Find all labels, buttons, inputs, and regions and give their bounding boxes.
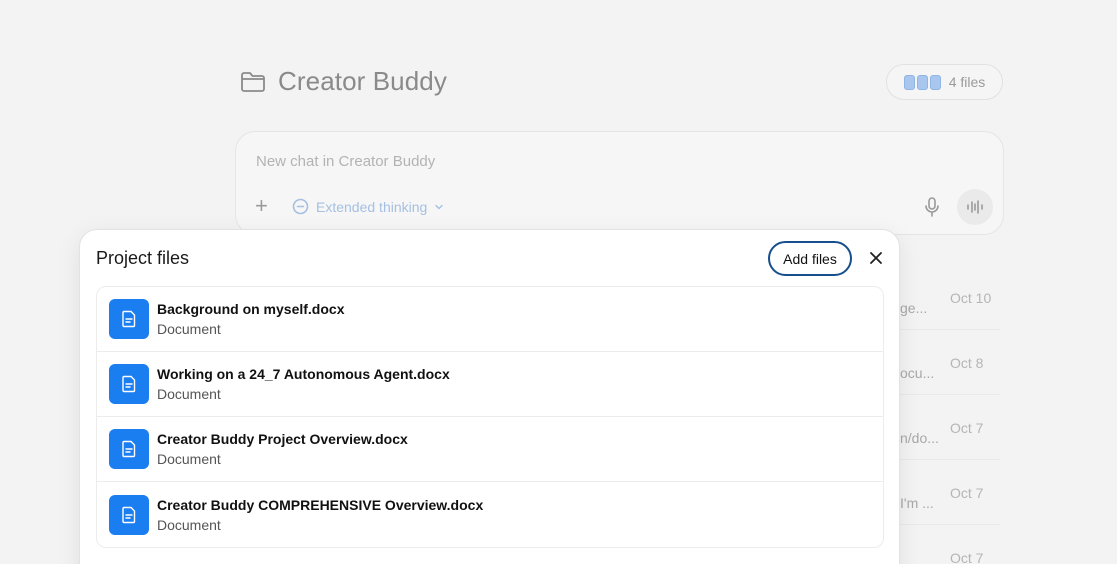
document-icon [109, 429, 149, 469]
file-name: Background on myself.docx [157, 301, 345, 317]
file-item[interactable]: Creator Buddy COMPREHENSIVE Overview.doc… [97, 482, 883, 547]
file-item[interactable]: Working on a 24_7 Autonomous Agent.docx … [97, 352, 883, 417]
file-list: Background on myself.docx Document Worki… [96, 286, 884, 548]
chat-date: Oct 8 [950, 355, 984, 371]
document-icon [109, 299, 149, 339]
file-name: Working on a 24_7 Autonomous Agent.docx [157, 366, 450, 382]
chat-snippet: n/do... [900, 430, 939, 446]
chevron-down-icon [435, 204, 444, 209]
chat-composer[interactable]: New chat in Creator Buddy + Extended thi… [235, 131, 1004, 235]
extended-thinking-toggle[interactable]: Extended thinking [292, 198, 444, 215]
file-name: Creator Buddy COMPREHENSIVE Overview.doc… [157, 496, 484, 513]
file-item[interactable]: Background on myself.docx Document [97, 287, 883, 352]
file-name: Creator Buddy Project Overview.docx [157, 431, 408, 447]
document-stack-icon [903, 74, 941, 90]
files-count: 4 files [948, 74, 986, 90]
chat-input-placeholder[interactable]: New chat in Creator Buddy [256, 153, 435, 170]
clock-icon [292, 198, 309, 215]
file-item[interactable]: Creator Buddy Project Overview.docx Docu… [97, 417, 883, 482]
chat-snippet: ge... [900, 300, 928, 316]
chat-date: Oct 10 [950, 290, 992, 306]
chat-snippet: I'm ... [900, 495, 934, 511]
project-files-modal: Project files Add files Background on my… [79, 229, 900, 564]
add-files-button[interactable]: Add files [768, 241, 852, 276]
document-icon [109, 364, 149, 404]
microphone-icon[interactable] [923, 196, 941, 223]
chat-date: Oct 7 [950, 485, 984, 501]
close-icon[interactable] [865, 247, 887, 269]
file-type: Document [157, 386, 221, 402]
modal-title: Project files [96, 248, 190, 268]
project-files-button[interactable]: 4 files [886, 64, 1003, 100]
add-attachment-icon[interactable]: + [255, 194, 268, 218]
chat-snippet: ocu... [900, 365, 935, 381]
chat-date: Oct 7 [950, 420, 984, 436]
project-header: Creator Buddy [240, 66, 447, 97]
voice-mode-button[interactable] [957, 189, 993, 225]
extended-thinking-label: Extended thinking [316, 198, 428, 215]
file-type: Document [157, 451, 221, 467]
chat-date: Oct 7 [950, 550, 984, 564]
waveform-icon [967, 200, 983, 214]
project-title: Creator Buddy [278, 66, 447, 96]
folder-icon [240, 71, 266, 93]
file-type: Document [157, 321, 221, 337]
file-type: Document [157, 516, 221, 533]
document-icon [109, 494, 149, 535]
